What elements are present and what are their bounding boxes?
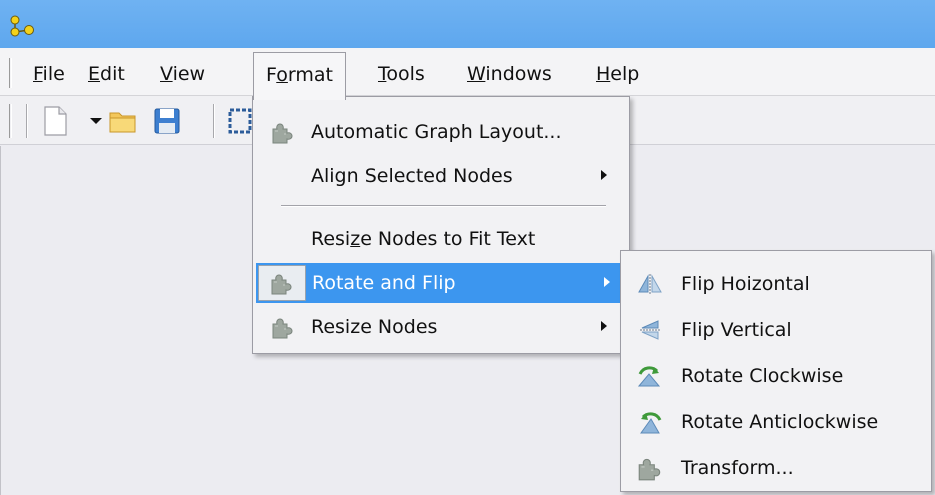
menu-item-label: Flip Vertical xyxy=(681,319,792,341)
menu-bar: File Edit View Format Tools Windows Help xyxy=(0,48,935,100)
puzzle-icon xyxy=(270,315,296,339)
menu-item-label: Align Selected Nodes xyxy=(311,165,513,187)
menu-item-resize-nodes-to-fit-text[interactable]: Resize Nodes to Fit Text xyxy=(256,219,628,259)
menu-item-label: Rotate Clockwise xyxy=(681,365,844,387)
menu-item-align-selected-nodes[interactable]: Align Selected Nodes xyxy=(256,156,628,196)
menu-item-rotate-clockwise[interactable]: Rotate Clockwise xyxy=(624,353,928,399)
toolbar-separator xyxy=(26,104,28,138)
puzzle-icon xyxy=(636,455,664,481)
graph-nodes-icon[interactable] xyxy=(8,14,38,38)
rotate-anticlockwise-icon xyxy=(640,412,662,434)
new-document-icon[interactable] xyxy=(38,104,72,138)
rotate-clockwise-icon xyxy=(637,366,661,387)
rotate-flip-submenu: Flip Hoizontal Flip Vertical Rotate Cloc… xyxy=(620,250,932,492)
puzzle-icon xyxy=(270,120,296,144)
menu-item-label: Flip Hoizontal xyxy=(681,273,810,295)
menu-item-label: Resize Nodes xyxy=(311,316,438,338)
toolbar-separator xyxy=(213,104,215,138)
flip-horizontal-icon xyxy=(638,274,662,294)
flip-vertical-icon xyxy=(640,320,660,340)
menu-item-transform[interactable]: Transform... xyxy=(624,445,928,491)
menu-item-label: Automatic Graph Layout... xyxy=(311,121,562,143)
menu-file[interactable]: File xyxy=(33,63,65,89)
menu-item-resize-nodes[interactable]: Resize Nodes xyxy=(256,307,628,347)
menu-windows[interactable]: Windows xyxy=(467,63,552,89)
menu-format[interactable]: Format xyxy=(253,52,346,100)
menu-item-flip-vertical[interactable]: Flip Vertical xyxy=(624,307,928,353)
title-bar xyxy=(0,0,935,48)
submenu-arrow-icon xyxy=(604,277,610,287)
menu-item-rotate-and-flip[interactable]: Rotate and Flip xyxy=(256,263,628,303)
menu-edit[interactable]: Edit xyxy=(88,63,125,89)
submenu-arrow-icon xyxy=(601,321,607,331)
floppy-save-icon[interactable] xyxy=(150,104,184,138)
menu-item-label: Rotate and Flip xyxy=(312,272,456,294)
toolbar-grip[interactable] xyxy=(9,104,12,138)
menu-item-label: Transform... xyxy=(681,457,794,479)
puzzle-icon xyxy=(258,265,306,301)
menu-item-rotate-anticlockwise[interactable]: Rotate Anticlockwise xyxy=(624,399,928,445)
menu-view[interactable]: View xyxy=(160,63,205,89)
menu-tools[interactable]: Tools xyxy=(378,63,425,89)
menu-item-automatic-graph-layout[interactable]: Automatic Graph Layout... xyxy=(256,112,628,152)
menu-help[interactable]: Help xyxy=(596,63,639,89)
menubar-grip[interactable] xyxy=(9,58,12,88)
format-dropdown-menu: Automatic Graph Layout... Align Selected… xyxy=(252,96,630,354)
menu-item-flip-horizontal[interactable]: Flip Hoizontal xyxy=(624,261,928,307)
submenu-arrow-icon xyxy=(601,170,607,180)
menu-item-label: Resize Nodes to Fit Text xyxy=(311,228,536,250)
menu-item-label: Rotate Anticlockwise xyxy=(681,411,879,433)
folder-open-icon[interactable] xyxy=(106,104,140,138)
menu-separator xyxy=(281,205,606,207)
